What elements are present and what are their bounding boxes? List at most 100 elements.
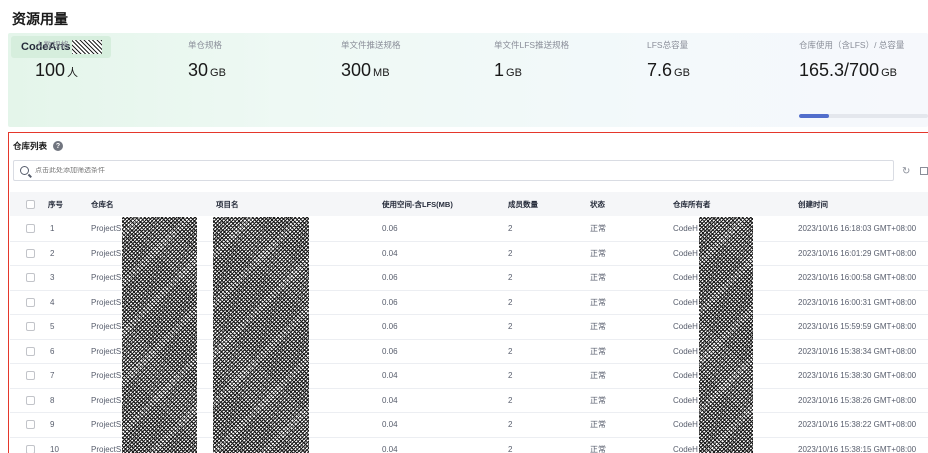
row-checkbox[interactable]	[26, 224, 35, 234]
cell-owner: CodeH	[673, 420, 698, 430]
cell-owner: CodeH	[673, 346, 698, 356]
stat-label: 单仓规格	[188, 40, 223, 50]
row-checkbox[interactable]	[26, 420, 35, 430]
cell-created: 2023/10/16 16:00:58 GMT+08:00	[798, 273, 917, 283]
column-header[interactable]: 项目名	[216, 192, 239, 216]
cell-repo[interactable]: ProjectS	[91, 413, 121, 437]
cell-members: 2	[508, 371, 513, 381]
cell-repo[interactable]: ProjectS	[91, 438, 121, 453]
usage-progress-bar	[799, 114, 928, 118]
stat-value: 7.6 GB	[647, 60, 690, 80]
select-all-checkbox[interactable]	[26, 199, 35, 209]
cell-usage: 0.04	[382, 420, 398, 430]
cell-members: 2	[508, 346, 513, 356]
cell-repo[interactable]: ProjectS	[91, 389, 121, 413]
cell-no: 4	[50, 297, 55, 307]
stat-label: LFS总容量	[647, 40, 689, 50]
cell-created: 2023/10/16 15:38:34 GMT+08:00	[798, 346, 917, 356]
cell-members: 2	[508, 420, 513, 430]
cell-no: 9	[50, 420, 55, 430]
cell-owner: CodeH	[673, 322, 698, 332]
stat-value: 100 人	[35, 60, 79, 80]
stat-value: 30 GB	[188, 60, 226, 80]
cell-owner: CodeH	[673, 297, 698, 307]
cell-repo[interactable]: ProjectS	[91, 364, 121, 388]
cell-status: 正常	[590, 224, 606, 234]
search-icon	[20, 166, 29, 175]
cell-usage: 0.06	[382, 346, 398, 356]
cell-members: 2	[508, 224, 513, 234]
filter-search-input[interactable]	[35, 167, 535, 174]
cell-usage: 0.06	[382, 322, 398, 332]
cell-status: 正常	[590, 444, 606, 453]
usage-progress-fill	[799, 114, 830, 118]
cell-repo[interactable]: ProjectS	[91, 217, 121, 241]
cell-repo[interactable]: ProjectS	[91, 242, 121, 266]
cell-created: 2023/10/16 16:18:03 GMT+08:00	[798, 224, 917, 234]
cell-status: 正常	[590, 346, 606, 356]
stat-member-quota: 人数规格 100 人	[35, 39, 78, 81]
cell-created: 2023/10/16 15:38:15 GMT+08:00	[798, 444, 917, 453]
stat-label: 仓库使用（含LFS）/ 总容量	[799, 40, 905, 50]
cell-status: 正常	[590, 273, 606, 283]
cell-status: 正常	[590, 395, 606, 405]
cell-repo[interactable]: ProjectS	[91, 266, 121, 290]
cell-members: 2	[508, 248, 513, 258]
cell-no: 3	[50, 273, 55, 283]
column-header[interactable]: 使用空间-含LFS(MB)	[382, 192, 453, 216]
cell-created: 2023/10/16 16:01:29 GMT+08:00	[798, 248, 917, 258]
cell-no: 7	[50, 371, 55, 381]
cell-no: 10	[50, 444, 59, 453]
column-header[interactable]: 创建时间	[798, 192, 828, 216]
cell-owner: CodeH	[673, 444, 698, 453]
redacted-repo-names	[122, 217, 197, 453]
row-checkbox[interactable]	[26, 346, 35, 356]
cell-repo[interactable]: ProjectS	[91, 340, 121, 364]
column-header[interactable]: 状态	[590, 192, 605, 216]
export-icon[interactable]	[920, 167, 928, 175]
cell-status: 正常	[590, 322, 606, 332]
filter-search-box[interactable]	[13, 160, 894, 181]
redacted-owner-names	[699, 217, 753, 453]
row-checkbox[interactable]	[26, 371, 35, 381]
cell-no: 2	[50, 248, 55, 258]
cell-members: 2	[508, 444, 513, 453]
column-header[interactable]: 仓库所有者	[673, 192, 711, 216]
row-checkbox[interactable]	[26, 444, 35, 453]
stat-single-repo-quota: 单仓规格 30 GB	[188, 39, 226, 81]
cell-status: 正常	[590, 297, 606, 307]
column-header[interactable]: 序号	[48, 192, 63, 216]
column-header[interactable]: 仓库名	[91, 192, 114, 216]
cell-usage: 0.04	[382, 444, 398, 453]
stat-label: 单文件推送规格	[341, 40, 401, 50]
column-header[interactable]: 成员数量	[508, 192, 538, 216]
cell-no: 1	[50, 224, 55, 234]
cell-no: 5	[50, 322, 55, 332]
cell-no: 6	[50, 346, 55, 356]
row-checkbox[interactable]	[26, 395, 35, 405]
cell-owner: CodeH	[673, 371, 698, 381]
row-checkbox[interactable]	[26, 297, 35, 307]
cell-members: 2	[508, 273, 513, 283]
cell-status: 正常	[590, 371, 606, 381]
cell-repo[interactable]: ProjectS	[91, 315, 121, 339]
cell-members: 2	[508, 322, 513, 332]
cell-status: 正常	[590, 420, 606, 430]
row-checkbox[interactable]	[26, 322, 35, 332]
cell-created: 2023/10/16 15:38:30 GMT+08:00	[798, 371, 917, 381]
usage-panel: CodeArts	[8, 33, 928, 127]
help-icon[interactable]: ?	[53, 141, 64, 151]
cell-owner: CodeH	[673, 224, 698, 234]
row-checkbox[interactable]	[26, 248, 35, 258]
stat-lfs-total: LFS总容量 7.6 GB	[647, 39, 690, 81]
cell-owner: CodeH	[673, 248, 698, 258]
cell-members: 2	[508, 395, 513, 405]
cell-repo[interactable]: ProjectS	[91, 291, 121, 315]
stat-value: 300 MB	[341, 60, 390, 80]
row-checkbox[interactable]	[26, 273, 35, 283]
repo-list-title: 仓库列表 ?	[13, 140, 64, 152]
cell-usage: 0.06	[382, 273, 398, 283]
cell-usage: 0.04	[382, 395, 398, 405]
cell-usage: 0.06	[382, 224, 398, 234]
refresh-icon[interactable]: ↻	[902, 166, 910, 177]
